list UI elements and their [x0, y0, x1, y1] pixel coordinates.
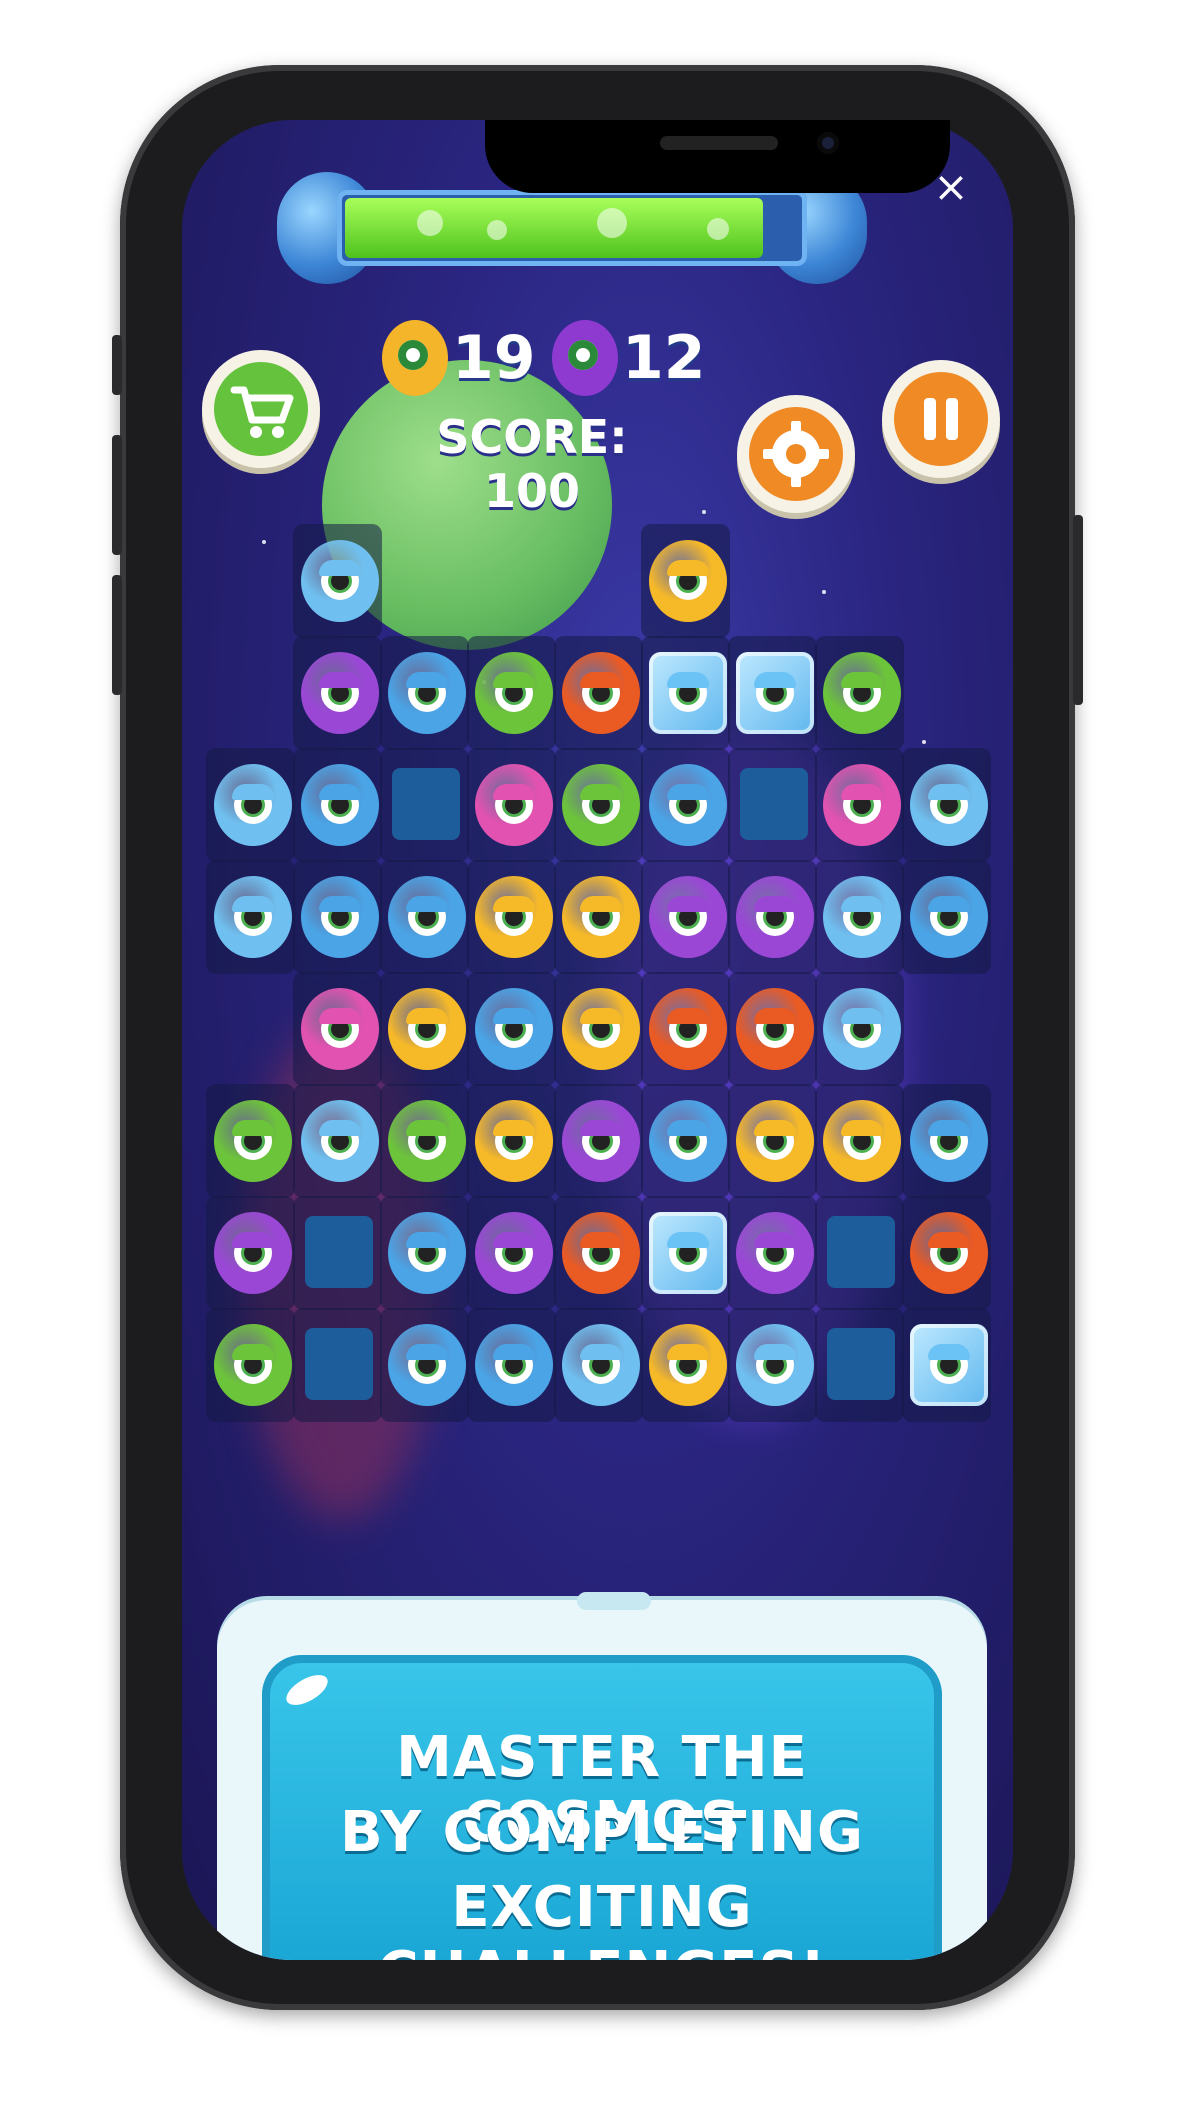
monster-gem[interactable] [823, 1100, 901, 1182]
monster-gem[interactable] [301, 540, 379, 622]
monster-gem[interactable] [562, 1212, 640, 1294]
monster-gem[interactable] [475, 1100, 553, 1182]
monster-gem[interactable] [649, 1100, 727, 1182]
monster-gem[interactable] [475, 764, 553, 846]
monster-gem[interactable] [910, 1212, 988, 1294]
monster-gem[interactable] [388, 988, 466, 1070]
purple-monster-icon [552, 320, 618, 396]
monster-gem[interactable] [562, 1324, 640, 1406]
yellow-monster-counter: 19 [382, 320, 536, 396]
frozen-monster-gem[interactable] [649, 1212, 727, 1294]
monster-gem[interactable] [910, 764, 988, 846]
monster-gem[interactable] [649, 988, 727, 1070]
monster-gem[interactable] [649, 540, 727, 622]
monster-gem[interactable] [910, 1100, 988, 1182]
yellow-monster-icon [382, 320, 448, 396]
monster-gem[interactable] [823, 764, 901, 846]
energy-fill [345, 198, 763, 258]
score-display: SCORE: 100 [436, 410, 628, 518]
monster-gem[interactable] [475, 988, 553, 1070]
empty-slot [827, 1216, 895, 1288]
purple-monster-counter: 12 [552, 320, 706, 396]
frozen-monster-gem[interactable] [649, 652, 727, 734]
settings-button[interactable] [737, 395, 855, 513]
monster-gem[interactable] [475, 1324, 553, 1406]
monster-gem[interactable] [823, 876, 901, 958]
monster-gem[interactable] [301, 764, 379, 846]
monster-gem[interactable] [562, 764, 640, 846]
phone-volume-up-button [112, 435, 122, 555]
pause-icon [894, 372, 988, 466]
monster-gem[interactable] [823, 652, 901, 734]
phone-notch [485, 120, 950, 193]
monster-gem[interactable] [736, 876, 814, 958]
phone-side-button [112, 335, 122, 395]
banner-line-2: BY COMPLETING [340, 1800, 864, 1865]
empty-slot [740, 768, 808, 840]
yellow-monster-count: 19 [452, 323, 536, 393]
monster-gem[interactable] [214, 1100, 292, 1182]
monster-gem[interactable] [388, 1324, 466, 1406]
monster-gem[interactable] [910, 876, 988, 958]
monster-gem[interactable] [649, 876, 727, 958]
empty-slot [392, 768, 460, 840]
monster-gem[interactable] [649, 764, 727, 846]
monster-gem[interactable] [301, 652, 379, 734]
monster-gem[interactable] [562, 988, 640, 1070]
shopping-cart-icon [214, 362, 308, 456]
monster-gem[interactable] [736, 988, 814, 1070]
monster-gem[interactable] [475, 1212, 553, 1294]
monster-gem[interactable] [388, 1100, 466, 1182]
promo-banner: MASTER THE COSMOS BY COMPLETING EXCITING… [217, 1592, 987, 1960]
monster-gem[interactable] [649, 1324, 727, 1406]
monster-gem[interactable] [214, 1324, 292, 1406]
monster-gem[interactable] [736, 1212, 814, 1294]
monster-gem[interactable] [301, 988, 379, 1070]
match-board [202, 524, 992, 1422]
monster-gem[interactable] [475, 876, 553, 958]
monster-gem[interactable] [736, 1100, 814, 1182]
monster-gem[interactable] [301, 876, 379, 958]
monster-gem[interactable] [214, 764, 292, 846]
shop-button[interactable] [202, 350, 320, 468]
phone-volume-down-button [112, 575, 122, 695]
pause-button[interactable] [882, 360, 1000, 478]
frozen-monster-gem[interactable] [910, 1324, 988, 1406]
monster-gem[interactable] [562, 1100, 640, 1182]
empty-slot [305, 1216, 373, 1288]
monster-gem[interactable] [736, 1324, 814, 1406]
purple-monster-count: 12 [622, 323, 706, 393]
empty-slot [305, 1328, 373, 1400]
monster-gem[interactable] [214, 1212, 292, 1294]
phone-frame: × 19 12 SCORE: 100 MASTER THE COSMOS BY … [112, 65, 1083, 2010]
monster-gem[interactable] [388, 876, 466, 958]
banner-line-3: EXCITING CHALLENGES! [378, 1875, 826, 1960]
monster-gem[interactable] [388, 652, 466, 734]
gear-icon [749, 407, 843, 501]
frozen-monster-gem[interactable] [736, 652, 814, 734]
monster-gem[interactable] [475, 652, 553, 734]
empty-slot [827, 1328, 895, 1400]
monster-gem[interactable] [301, 1100, 379, 1182]
close-icon[interactable]: × [929, 165, 973, 209]
monster-gem[interactable] [214, 876, 292, 958]
game-screen: × 19 12 SCORE: 100 MASTER THE COSMOS BY … [182, 120, 1013, 1960]
monster-gem[interactable] [388, 1212, 466, 1294]
monster-gem[interactable] [562, 652, 640, 734]
monster-gem[interactable] [562, 876, 640, 958]
phone-power-button [1073, 515, 1083, 705]
monster-gem[interactable] [823, 988, 901, 1070]
